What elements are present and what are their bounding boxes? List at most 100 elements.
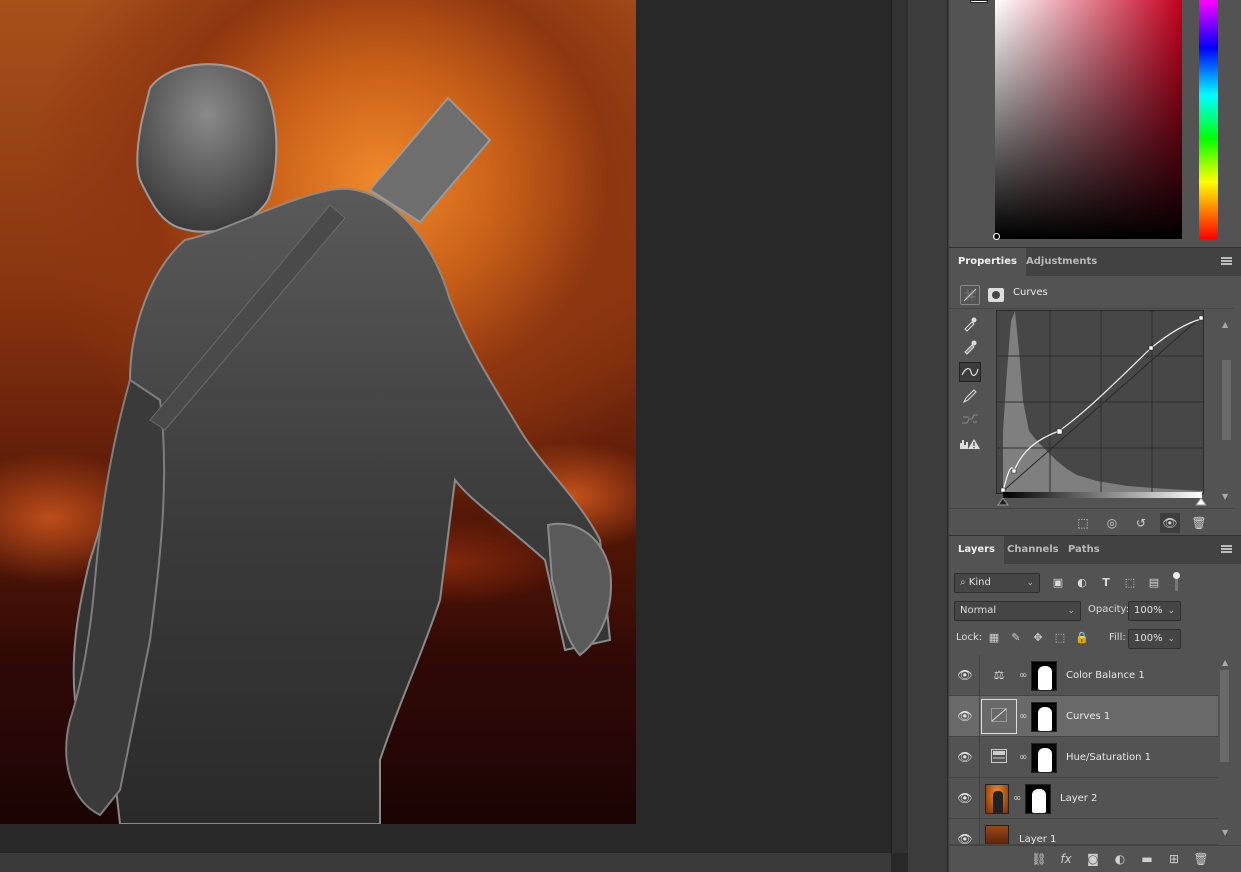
properties-tab-bar: Properties Adjustments (949, 247, 1241, 276)
visibility-eye-icon[interactable]: 👁 (957, 750, 973, 764)
curve-point[interactable] (1148, 345, 1154, 351)
mask-link-icon[interactable]: ∞ (1019, 751, 1027, 765)
horizontal-scrollbar[interactable] (0, 853, 891, 872)
layers-scroll-thumb[interactable] (1220, 670, 1229, 762)
auto-warning-icon[interactable] (959, 434, 981, 454)
vertical-scrollbar[interactable] (891, 0, 908, 853)
filter-kind-select[interactable]: ⌕ Kind ⌄ (954, 573, 1040, 593)
input-sliders[interactable] (997, 498, 1207, 508)
tab-properties[interactable]: Properties (949, 248, 1026, 276)
visibility-eye-icon[interactable]: 👁 (957, 709, 973, 723)
layer-row-hue-saturation[interactable]: 👁 ∞ Hue/Saturation 1 (949, 737, 1218, 778)
blend-mode-select[interactable]: Normal ⌄ (954, 601, 1081, 621)
mask-link-icon[interactable]: ∞ (1013, 792, 1021, 806)
layer-thumbnail[interactable] (985, 784, 1009, 814)
pencil-draw-icon[interactable] (959, 386, 981, 406)
filter-toggle-track[interactable] (1175, 579, 1178, 591)
document-canvas[interactable] (0, 0, 636, 824)
hue-slider[interactable] (1199, 0, 1218, 239)
layer-mask-thumbnail[interactable] (1031, 743, 1057, 773)
layer-thumbnail[interactable] (985, 825, 1009, 844)
chevron-down-icon: ⌄ (1167, 606, 1175, 616)
layer-row-color-balance[interactable]: 👁 ⚖ ∞ Color Balance 1 (949, 655, 1218, 696)
blend-mode-value: Normal (960, 605, 997, 616)
chevron-down-icon: ⌄ (1167, 634, 1175, 644)
opacity-input[interactable]: 100% ⌄ (1128, 601, 1181, 621)
scroll-down-icon[interactable]: ▼ (1222, 828, 1228, 837)
visibility-eye-icon[interactable]: 👁 (957, 668, 973, 682)
document-workspace[interactable] (0, 0, 891, 853)
delete-adjustment-icon[interactable]: 🗑 (1189, 513, 1209, 533)
new-layer-icon[interactable]: ⊞ (1165, 850, 1183, 868)
layer-name[interactable]: Layer 2 (1060, 778, 1097, 819)
sample-gray-eyedropper-icon[interactable] (959, 337, 981, 357)
new-group-folder-icon[interactable]: ▬ (1138, 850, 1156, 868)
layer-mask-thumbnail[interactable] (1025, 784, 1051, 814)
curve-point[interactable] (1011, 468, 1017, 474)
layer-mask-thumbnail[interactable] (1031, 661, 1057, 691)
curve-point-selected[interactable] (1056, 428, 1063, 435)
layer-row-layer-2[interactable]: 👁 ∞ Layer 2 (949, 778, 1218, 819)
clip-to-layer-icon[interactable]: ⬚ (1073, 513, 1093, 533)
layer-name[interactable]: Hue/Saturation 1 (1066, 737, 1151, 778)
layer-row-layer-1[interactable]: 👁 Layer 1 (949, 819, 1218, 845)
fill-input[interactable]: 100% ⌄ (1128, 629, 1181, 649)
view-previous-state-icon[interactable]: ◎ (1102, 513, 1122, 533)
hue-saturation-icon (989, 749, 1009, 765)
tab-paths[interactable]: Paths (1059, 536, 1109, 564)
lock-artboard-icon[interactable]: ⬚ (1053, 631, 1067, 645)
mask-link-icon[interactable]: ∞ (1019, 710, 1027, 724)
properties-scroll-thumb[interactable] (1222, 360, 1231, 440)
layer-name[interactable]: Curves 1 (1066, 696, 1110, 737)
panel-menu-icon[interactable] (1221, 257, 1232, 265)
visibility-eye-icon[interactable]: 👁 (957, 791, 973, 805)
lock-position-icon[interactable]: ✥ (1031, 631, 1045, 645)
lock-image-pixels-icon[interactable]: ✎ (1009, 631, 1023, 645)
scroll-up-icon[interactable]: ▲ (1222, 658, 1228, 667)
add-mask-icon[interactable]: ◙ (1084, 850, 1102, 868)
curves-graph[interactable] (996, 310, 1204, 494)
tab-adjustments[interactable]: Adjustments (1017, 248, 1106, 276)
tab-channels[interactable]: Channels (998, 536, 1068, 564)
new-adjustment-layer-icon[interactable]: ◐ (1111, 850, 1129, 868)
smart-object-filter-icon[interactable]: ▤ (1146, 575, 1162, 591)
layer-row-curves[interactable]: 👁 ∞ Curves 1 (949, 696, 1218, 737)
chevron-down-icon: ⌄ (1067, 606, 1075, 616)
scroll-up-icon[interactable]: ▲ (1222, 320, 1228, 329)
divider (979, 655, 980, 696)
foreground-color-swatch[interactable] (970, 0, 988, 3)
curves-icon (989, 708, 1009, 724)
scroll-down-icon[interactable]: ▼ (1222, 492, 1228, 501)
link-layers-icon[interactable]: ⛓ (1030, 850, 1048, 868)
divider (979, 819, 980, 844)
type-layer-filter-icon[interactable]: T (1098, 575, 1114, 591)
color-saturation-brightness-field[interactable] (995, 0, 1182, 239)
lock-transparent-pixels-icon[interactable]: ▦ (987, 631, 1001, 645)
adjustment-layer-filter-icon[interactable]: ◐ (1074, 575, 1090, 591)
visibility-eye-icon[interactable]: 👁 (957, 832, 973, 844)
shape-layer-filter-icon[interactable]: ⬚ (1122, 575, 1138, 591)
smooth-icon[interactable] (959, 409, 981, 429)
divider (979, 737, 980, 778)
color-picker-cursor[interactable] (993, 233, 1000, 240)
edit-points-icon[interactable] (959, 362, 981, 382)
layer-mask-icon[interactable] (988, 288, 1004, 302)
lock-all-icon[interactable]: 🔒 (1075, 631, 1089, 645)
pixel-layer-filter-icon[interactable]: ▣ (1050, 575, 1066, 591)
curve-point[interactable] (1198, 315, 1204, 321)
delete-layer-icon[interactable]: 🗑 (1192, 850, 1210, 868)
reset-icon[interactable]: ↺ (1131, 513, 1151, 533)
filter-toggle-icon[interactable] (1173, 572, 1180, 579)
tab-layers[interactable]: Layers (949, 536, 1004, 564)
sample-in-image-eyedropper-icon[interactable] (959, 314, 981, 334)
adjustment-title: Curves (1013, 287, 1048, 298)
panel-menu-icon[interactable] (1221, 545, 1232, 553)
toggle-visibility-icon[interactable]: 👁 (1160, 513, 1180, 533)
layer-name[interactable]: Layer 1 (1019, 819, 1056, 844)
layer-name[interactable]: Color Balance 1 (1066, 655, 1145, 696)
layer-style-fx-icon[interactable]: fx (1057, 850, 1075, 868)
mask-link-icon[interactable]: ∞ (1019, 669, 1027, 683)
collapsed-panel-icons (908, 0, 948, 872)
search-icon: ⌕ (960, 577, 969, 588)
layer-mask-thumbnail[interactable] (1031, 702, 1057, 732)
